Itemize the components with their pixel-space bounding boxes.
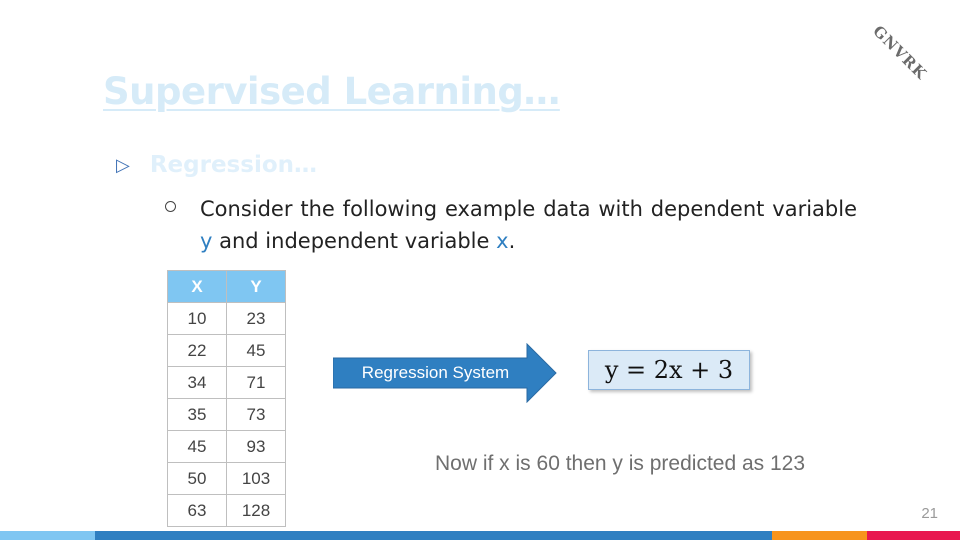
watermark-logo: GNVRK <box>869 22 931 84</box>
table-cell-y: 73 <box>226 398 286 431</box>
bullet-text-end: . <box>508 229 516 253</box>
bullet-level2: Consider the following example data with… <box>165 193 857 257</box>
table-cell-y: 93 <box>226 430 286 463</box>
table-header-y: Y <box>226 270 286 303</box>
table-row: 50 103 <box>167 462 286 495</box>
table-cell-x: 22 <box>167 334 227 367</box>
table-cell-x: 45 <box>167 430 227 463</box>
table-cell-x: 34 <box>167 366 227 399</box>
footer-segment-blue <box>95 531 772 540</box>
arrow-label: Regression System <box>361 363 510 382</box>
table-header-row: X Y <box>167 270 286 303</box>
table-cell-y: 71 <box>226 366 286 399</box>
table-row: 34 71 <box>167 366 286 399</box>
table-cell-x: 35 <box>167 398 227 431</box>
equation-box: y = 2x + 3 <box>588 350 750 390</box>
table-cell-y: 103 <box>226 462 286 495</box>
bullet-level1: ▷ Regression… <box>116 152 317 178</box>
table-cell-y: 128 <box>226 494 286 527</box>
prediction-text: Now if x is 60 then y is predicted as 12… <box>435 452 806 475</box>
circle-bullet-icon <box>165 201 176 212</box>
bullet-text-middle: and independent variable <box>212 229 497 253</box>
table-cell-y: 23 <box>226 302 286 335</box>
triangle-bullet-icon: ▷ <box>116 154 130 176</box>
table-cell-y: 45 <box>226 334 286 367</box>
footer-segment-light-blue <box>0 531 95 540</box>
table-row: 10 23 <box>167 302 286 335</box>
table-cell-x: 63 <box>167 494 227 527</box>
page-number: 21 <box>921 505 938 522</box>
footer-color-bar <box>0 531 960 540</box>
equation-text: y = 2x + 3 <box>604 356 734 384</box>
footer-segment-red <box>867 531 960 540</box>
table-header-x: X <box>167 270 227 303</box>
table-cell-x: 50 <box>167 462 227 495</box>
table-row: 22 45 <box>167 334 286 367</box>
table-cell-x: 10 <box>167 302 227 335</box>
table-row: 35 73 <box>167 398 286 431</box>
variable-x: x <box>496 229 509 253</box>
bullet-text-start: Consider the following example data with… <box>200 197 857 221</box>
table-row: 45 93 <box>167 430 286 463</box>
table-row: 63 128 <box>167 494 286 527</box>
data-table: X Y 10 23 22 45 34 71 35 73 45 93 50 103 <box>167 270 286 527</box>
slide-title: Supervised Learning… <box>103 70 560 113</box>
variable-y: y <box>200 229 213 253</box>
bullet-level2-text: Consider the following example data with… <box>200 193 857 257</box>
footer-segment-orange <box>772 531 867 540</box>
bullet-level1-text: Regression… <box>149 152 317 178</box>
